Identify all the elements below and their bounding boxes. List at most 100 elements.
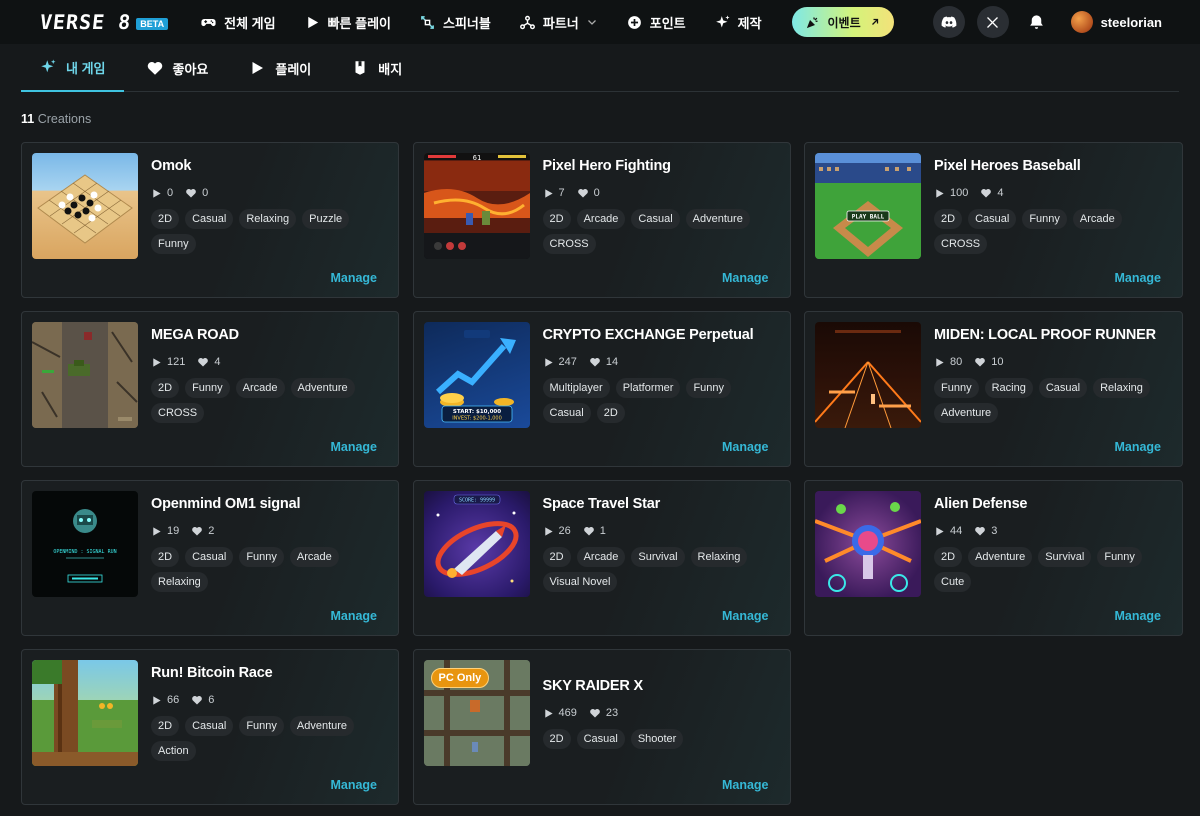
game-title[interactable]: Space Travel Star <box>543 496 780 514</box>
game-thumbnail[interactable]: PLAY BALL <box>815 153 921 259</box>
heart-icon <box>975 357 986 367</box>
game-card[interactable]: START: $10,000 INVEST: $200-1,000 CRYPTO… <box>412 311 791 467</box>
game-title[interactable]: Alien Defense <box>934 496 1172 514</box>
manage-button[interactable]: Manage <box>722 440 769 454</box>
play-icon <box>544 708 553 718</box>
like-count-value: 1 <box>599 525 606 537</box>
manage-button[interactable]: Manage <box>330 440 377 454</box>
notification-button[interactable] <box>1021 6 1053 38</box>
tag: Survival <box>631 547 685 567</box>
manage-button[interactable]: Manage <box>330 271 377 285</box>
game-card[interactable]: SCORE: 99999 Space Travel Star 26 1 2D A… <box>412 480 791 636</box>
nav-partner[interactable]: 파트너 <box>519 13 598 32</box>
heart-icon <box>198 357 209 367</box>
manage-button[interactable]: Manage <box>1114 271 1161 285</box>
manage-button[interactable]: Manage <box>330 778 377 792</box>
game-title[interactable]: Run! Bitcoin Race <box>151 665 388 683</box>
game-info: Openmind OM1 signal 19 2 2D Casual Funny… <box>151 496 388 592</box>
game-thumbnail[interactable]: START: $10,000 INVEST: $200-1,000 <box>423 322 530 428</box>
play-count-value: 44 <box>950 525 963 537</box>
username: steelorian <box>1100 14 1162 30</box>
profile-tabs: 내 게임 좋아요 플레이 배지 <box>21 44 1179 92</box>
game-card[interactable]: Omok 0 0 2D Casual Relaxing Puzzle Funny… <box>21 142 399 298</box>
play-count: 100 <box>934 187 968 199</box>
game-thumbnail[interactable] <box>32 322 138 428</box>
event-button[interactable]: 이벤트 <box>791 7 894 37</box>
game-title[interactable]: CRYPTO EXCHANGE Perpetual <box>543 327 780 345</box>
partner-icon <box>519 15 535 29</box>
game-info: Pixel Hero Fighting 7 0 2D Arcade Casual… <box>542 158 780 254</box>
heart-icon <box>975 526 986 536</box>
play-icon <box>936 526 944 536</box>
manage-button[interactable]: Manage <box>1114 609 1161 623</box>
thumb-invest-text: INVEST: $200-1,000 <box>452 416 502 422</box>
game-card[interactable]: PLAY BALL Pixel Heroes Baseball 100 4 2D… <box>804 142 1183 298</box>
game-thumbnail[interactable] <box>815 322 921 428</box>
game-thumbnail[interactable]: 61 <box>423 153 530 259</box>
like-count-value: 0 <box>593 187 600 199</box>
game-card[interactable]: MEGA ROAD 121 4 2D Funny Arcade Adventur… <box>21 311 399 467</box>
user-menu[interactable]: steelorian <box>1070 11 1162 33</box>
game-card[interactable]: 61 Pixel Hero Fighting 7 0 2D Arcade Cas… <box>412 142 791 298</box>
tag: Arcade <box>289 547 339 567</box>
game-thumbnail[interactable] <box>815 491 921 597</box>
avatar <box>1070 11 1093 33</box>
nav-quick-play[interactable]: 빠른 플레이 <box>304 13 391 32</box>
manage-button[interactable]: Manage <box>722 271 769 285</box>
tab-badge[interactable]: 배지 <box>333 44 420 92</box>
nav-spinnable[interactable]: 스피너블 <box>419 13 491 32</box>
tag: Funny <box>1097 547 1142 567</box>
tab-label: 배지 <box>378 61 403 77</box>
game-title[interactable]: MEGA ROAD <box>151 327 388 345</box>
logo[interactable]: VERSE 8 BETA <box>39 10 169 34</box>
nav-create[interactable]: 제작 <box>714 13 762 32</box>
tag: Casual <box>542 403 591 423</box>
game-thumbnail[interactable] <box>32 660 138 766</box>
play-icon <box>544 357 553 367</box>
discord-button[interactable] <box>932 6 965 38</box>
game-title[interactable]: Openmind OM1 signal <box>151 496 388 514</box>
heart-icon <box>186 188 196 198</box>
game-stats: 0 0 <box>151 186 388 200</box>
tab-likes[interactable]: 좋아요 <box>128 44 227 92</box>
play-count: 121 <box>151 356 185 368</box>
game-thumbnail[interactable]: SCORE: 99999 <box>423 491 530 597</box>
game-title[interactable]: MIDEN: LOCAL PROOF RUNNER <box>934 327 1172 345</box>
game-thumbnail[interactable]: PC Only <box>423 660 530 766</box>
play-count-value: 80 <box>950 356 963 368</box>
manage-button[interactable]: Manage <box>722 778 769 792</box>
game-title[interactable]: SKY RAIDER X <box>543 678 780 696</box>
chevron-down-icon <box>587 20 596 25</box>
manage-button[interactable]: Manage <box>330 609 377 623</box>
nav-all-games[interactable]: 전체 게임 <box>200 13 276 32</box>
game-card[interactable]: OPENMIND : SIGNAL RUN Openmind OM1 signa… <box>21 480 399 636</box>
tag: Action <box>151 741 196 761</box>
game-tags: 2D Casual Relaxing Puzzle Funny <box>151 209 391 254</box>
game-info: MIDEN: LOCAL PROOF RUNNER 80 10 Funny Ra… <box>934 327 1172 423</box>
tag: CROSS <box>542 234 596 254</box>
x-button[interactable] <box>976 6 1009 38</box>
game-thumbnail[interactable] <box>32 153 138 259</box>
game-tags: 2D Casual Funny Arcade Relaxing <box>151 547 391 592</box>
tab-my-games[interactable]: 내 게임 <box>21 44 124 92</box>
tab-play[interactable]: 플레이 <box>230 44 329 92</box>
game-card[interactable]: Run! Bitcoin Race 66 6 2D Casual Funny A… <box>21 649 399 805</box>
tag: Casual <box>1038 378 1088 398</box>
thumb-score-text: SCORE: 99999 <box>458 498 494 504</box>
manage-button[interactable]: Manage <box>1114 440 1161 454</box>
game-title[interactable]: Pixel Hero Fighting <box>543 158 780 176</box>
party-popper-icon <box>806 16 817 28</box>
manage-button[interactable]: Manage <box>722 609 769 623</box>
game-card[interactable]: MIDEN: LOCAL PROOF RUNNER 80 10 Funny Ra… <box>804 311 1183 467</box>
game-card[interactable]: PC Only SKY RAIDER X 469 23 2D Casual Sh… <box>412 649 791 805</box>
game-thumbnail[interactable]: OPENMIND : SIGNAL RUN <box>32 491 138 597</box>
alien-defense-image <box>815 502 921 592</box>
nav-point[interactable]: 포인트 <box>626 13 686 32</box>
game-card[interactable]: Alien Defense 44 3 2D Adventure Survival… <box>804 480 1183 636</box>
tag: Adventure <box>968 547 1033 567</box>
game-title[interactable]: Pixel Heroes Baseball <box>934 158 1172 176</box>
game-title[interactable]: Omok <box>151 158 388 176</box>
game-info: MEGA ROAD 121 4 2D Funny Arcade Adventur… <box>151 327 388 423</box>
baseball-field-image: PLAY BALL <box>815 153 921 259</box>
game-stats: 66 6 <box>151 693 388 707</box>
